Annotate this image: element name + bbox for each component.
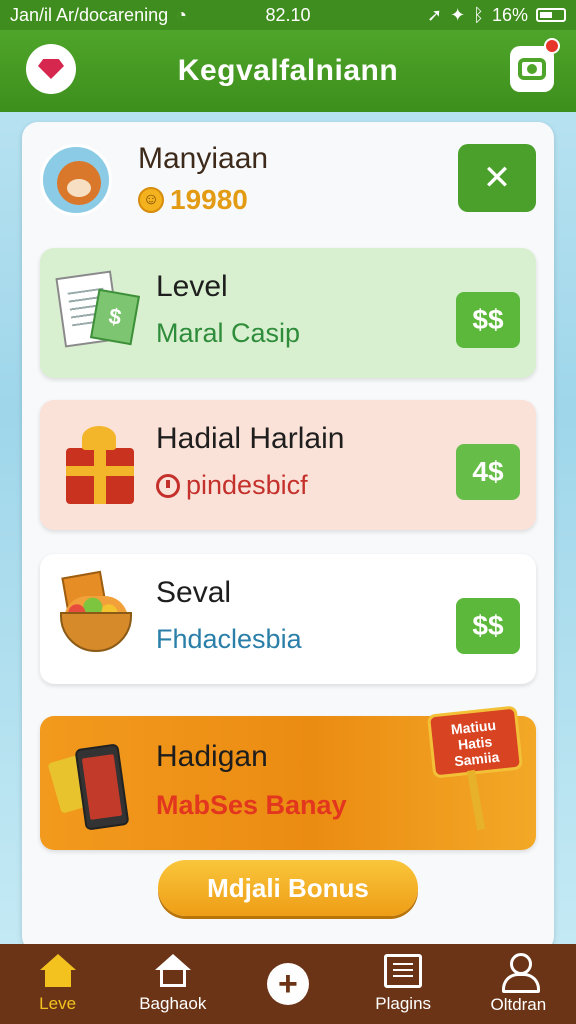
card-subtitle: Maral Casip xyxy=(156,318,301,348)
nav-item-back[interactable]: Baghaok xyxy=(115,944,230,1024)
nav-item-add[interactable]: + xyxy=(230,944,345,1024)
notification-badge xyxy=(544,38,560,54)
card-subtitle-row: pindesbicf xyxy=(156,470,308,501)
bluetooth-icon: ᛒ xyxy=(473,4,484,25)
card-title: Seval xyxy=(156,576,232,609)
nav-item-level[interactable]: Leve xyxy=(0,944,115,1024)
gem-button[interactable] xyxy=(26,44,76,94)
profile-row: Manyiaan ☺ 19980 ✕ xyxy=(38,140,538,230)
bottom-navigation: Leve Baghaok + Plagins Oltdran xyxy=(0,944,576,1024)
signal-icon: ✦ xyxy=(450,4,466,25)
nav-item-plugins[interactable]: Plagins xyxy=(346,944,461,1024)
coin-value: 19980 xyxy=(170,184,248,215)
avatar[interactable] xyxy=(40,144,112,216)
fox-avatar-icon xyxy=(57,161,101,205)
plus-icon: + xyxy=(266,963,309,1005)
gem-icon xyxy=(38,59,64,79)
rewards-panel: Manyiaan ☺ 19980 ✕ $ Level Maral Casip $… xyxy=(22,122,554,952)
promo-card[interactable]: Hadigan MabSes Banay Matiuu Hatis Samiia xyxy=(40,705,536,850)
reward-card-candy[interactable]: Seval Fhdaclesbia $$ xyxy=(40,554,536,684)
wifi-icon: ◔ xyxy=(176,4,187,25)
card-subtitle: MabSes Banay xyxy=(156,790,347,820)
status-right: ➚ ✦ ᛒ 16% xyxy=(427,5,566,26)
coin-icon: ☺ xyxy=(138,187,164,213)
close-button[interactable]: ✕ xyxy=(458,144,536,212)
sale-sign-icon: Matiuu Hatis Samiia xyxy=(426,705,524,831)
nav-label: Leve xyxy=(39,994,77,1013)
coin-balance: ☺ 19980 xyxy=(138,184,248,216)
app-header: Kegvalfalniann xyxy=(0,30,576,112)
status-time: 82.10 xyxy=(265,4,311,25)
user-icon xyxy=(500,953,541,993)
card-subtitle: pindesbicf xyxy=(186,470,308,500)
bonus-button[interactable]: Mdjali Bonus xyxy=(158,860,418,916)
candy-bowl-icon xyxy=(54,570,144,664)
gift-box-icon xyxy=(54,418,144,510)
card-action-button[interactable]: 4$ xyxy=(456,444,520,500)
reward-card-gift[interactable]: Hadial Harlain pindesbicf 4$ xyxy=(40,400,536,530)
camera-icon xyxy=(518,58,546,80)
timer-icon xyxy=(156,473,180,498)
nav-item-children[interactable]: Oltdran xyxy=(461,944,576,1024)
battery-percent: 16% xyxy=(491,4,528,25)
phone-snacks-icon xyxy=(47,734,144,831)
reward-card-level[interactable]: $ Level Maral Casip $$ xyxy=(40,248,536,378)
app-title: Kegvalfalniann xyxy=(177,54,399,87)
battery-icon xyxy=(536,8,566,22)
carrier-name: Jan/il Ar/docarening xyxy=(10,4,169,25)
documents-money-icon: $ xyxy=(54,266,144,358)
home-outline-icon xyxy=(153,954,193,988)
home-filled-icon xyxy=(38,954,78,988)
camera-button[interactable] xyxy=(510,38,560,92)
card-title: Hadial Harlain xyxy=(156,422,345,455)
card-subtitle: Fhdaclesbia xyxy=(156,624,302,654)
card-title: Hadigan xyxy=(156,740,268,773)
nav-label: Plagins xyxy=(375,994,432,1013)
location-icon: ➚ xyxy=(426,4,443,25)
nav-label: Baghaok xyxy=(139,994,207,1013)
card-title: Level xyxy=(156,270,228,303)
carrier-info: Jan/il Ar/docarening ◔ xyxy=(10,5,187,26)
pages-icon xyxy=(384,954,423,988)
profile-name: Manyiaan xyxy=(138,142,269,175)
nav-label: Oltdran xyxy=(490,995,547,1014)
status-bar: Jan/il Ar/docarening ◔ 82.10 ➚ ✦ ᛒ 16% xyxy=(0,0,576,30)
card-action-button[interactable]: $$ xyxy=(456,598,520,654)
card-action-button[interactable]: $$ xyxy=(456,292,520,348)
